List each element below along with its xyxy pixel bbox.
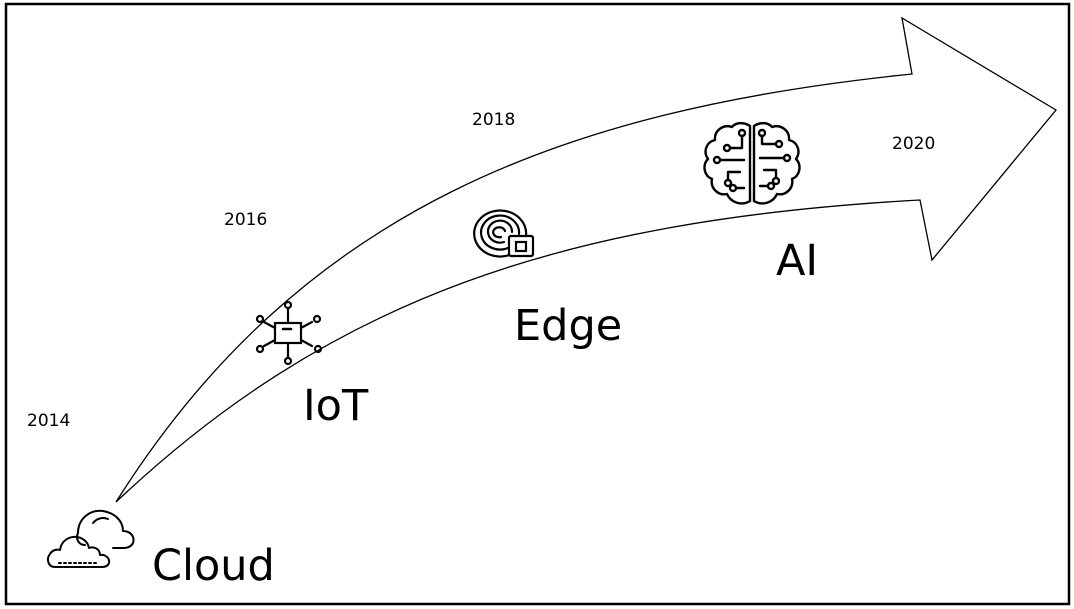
year-label-2020: 2020 <box>892 134 936 154</box>
progress-arrow <box>115 16 1057 503</box>
year-label-2018: 2018 <box>472 110 516 130</box>
stage-label-cloud: Cloud <box>152 541 275 591</box>
stage-label-ai: AI <box>776 236 819 286</box>
year-label-2014: 2014 <box>27 411 71 431</box>
stage-label-iot: IoT <box>303 381 369 431</box>
cloud-icon <box>46 509 135 568</box>
stage-label-edge: Edge <box>514 301 623 351</box>
iot-chip-icon <box>255 300 323 366</box>
edge-device-icon <box>473 209 535 258</box>
brain-circuit-icon <box>703 121 801 205</box>
year-label-2016: 2016 <box>224 210 268 230</box>
